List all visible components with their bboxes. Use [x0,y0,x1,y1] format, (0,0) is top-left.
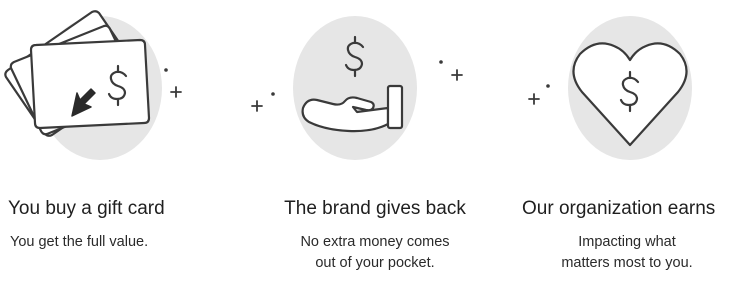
gift-card-illustration [0,0,245,175]
heart-dollar-icon [528,16,692,160]
step-description: You get the full value. [0,232,245,253]
step-buy-gift-card: You buy a gift card You get the full val… [0,0,245,282]
description-line: No extra money comes [300,234,450,250]
step-description: Impacting what matters most to you. [522,232,732,274]
description-line: You get the full value. [10,234,149,250]
hand-giving-money-icon [251,16,463,160]
heart-illustration [490,0,735,175]
step-title: You buy a gift card [8,198,165,219]
step-organization-earns: Our organization earns Impacting what ma… [490,0,735,282]
step-title: The brand gives back [284,198,466,219]
hand-money-illustration [245,0,490,175]
step-description: No extra money comes out of your pocket. [265,232,485,274]
description-line: out of your pocket. [315,255,435,271]
step-brand-gives-back: The brand gives back No extra money come… [245,0,490,282]
description-line: Impacting what [578,234,676,250]
step-title: Our organization earns [522,198,716,219]
description-line: matters most to you. [561,255,693,271]
gift-card-cursor-icon [4,10,182,160]
